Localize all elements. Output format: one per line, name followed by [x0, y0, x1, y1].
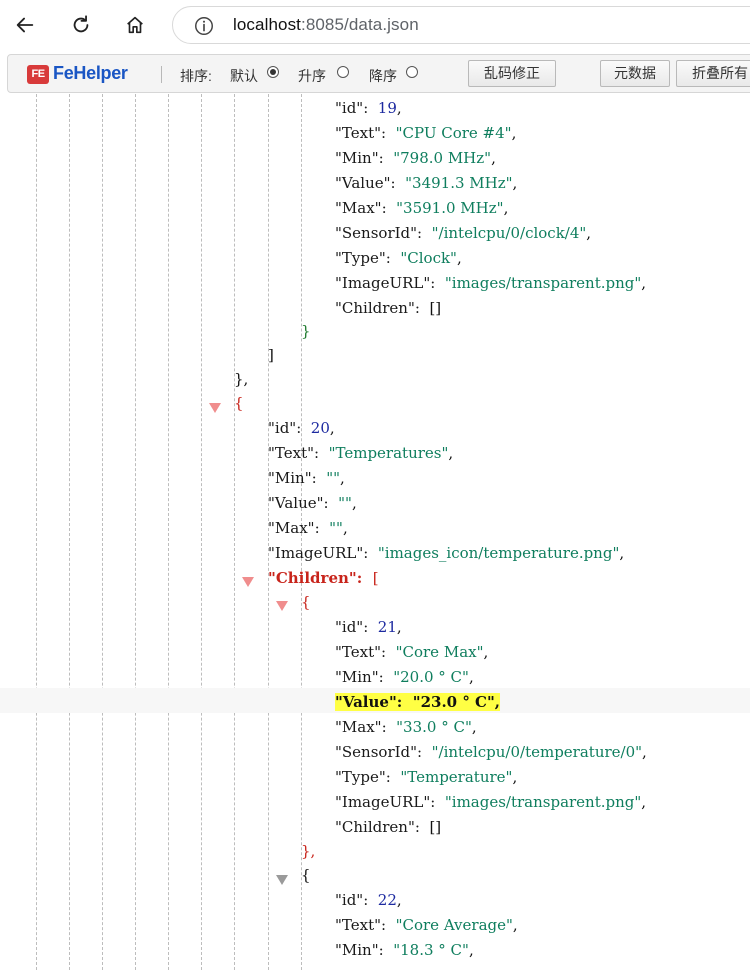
sort-default-label[interactable]: 默认	[230, 66, 258, 86]
fehelper-toolbar: FE FeHelper 排序: 默认 升序 降序 乱码修正 元数据 折叠所有	[7, 54, 750, 93]
indent-guide	[234, 94, 235, 970]
json-line[interactable]: "Value": "",	[268, 491, 357, 516]
url-path: :8085/data.json	[301, 15, 419, 34]
json-line[interactable]: "id": 22,	[335, 888, 402, 913]
indent-guide	[201, 94, 202, 970]
json-line[interactable]: "Text": "CPU Core #4",	[335, 121, 516, 146]
json-line[interactable]: "Children": []	[335, 815, 441, 840]
address-bar[interactable]: localhost:8085/data.json	[172, 6, 750, 44]
json-line[interactable]: {	[234, 391, 244, 416]
collapse-toggle-icon[interactable]	[276, 601, 288, 611]
json-line[interactable]: "Text": "Core Max",	[335, 640, 488, 665]
json-line[interactable]: "Children": [	[268, 566, 379, 591]
toolbar-divider	[161, 66, 162, 83]
json-line[interactable]: "ImageURL": "images/transparent.png",	[335, 790, 646, 815]
reload-button[interactable]	[66, 10, 96, 40]
sort-asc-radio[interactable]	[337, 66, 349, 78]
json-line[interactable]: "Children": []	[335, 296, 441, 321]
home-button[interactable]	[120, 10, 150, 40]
json-line[interactable]: "id": 19,	[335, 96, 402, 121]
indent-guide	[168, 94, 169, 970]
json-line[interactable]: "Max": "",	[268, 516, 348, 541]
json-line[interactable]: ]	[268, 343, 274, 368]
sort-asc-label[interactable]: 升序	[298, 66, 326, 86]
arrow-left-icon	[16, 17, 34, 33]
url-host: localhost	[233, 15, 301, 34]
indent-guide	[102, 94, 103, 970]
json-line[interactable]: "SensorId": "/intelcpu/0/temperature/0",	[335, 740, 647, 765]
json-line[interactable]: "ImageURL": "images_icon/temperature.png…	[268, 541, 624, 566]
info-icon[interactable]	[193, 15, 215, 37]
json-line[interactable]: "Max": "33.0 ° C",	[335, 715, 477, 740]
json-line[interactable]: "Max": "3591.0 MHz",	[335, 196, 508, 221]
json-line[interactable]: "Min": "798.0 MHz",	[335, 146, 496, 171]
back-button[interactable]	[10, 10, 40, 40]
home-icon	[127, 16, 143, 34]
collapse-toggle-icon[interactable]	[209, 403, 221, 413]
json-line[interactable]: },	[301, 839, 315, 864]
json-line[interactable]: {	[301, 863, 311, 888]
json-line[interactable]: "Min": "20.0 ° C",	[335, 665, 474, 690]
sort-label: 排序:	[180, 68, 212, 84]
fehelper-logo-icon: FE	[27, 65, 49, 84]
sort-default-radio[interactable]	[267, 66, 279, 78]
json-line[interactable]: },	[234, 367, 248, 392]
browser-toolbar: localhost:8085/data.json	[0, 0, 750, 50]
sort-desc-label[interactable]: 降序	[369, 66, 397, 86]
fehelper-brand[interactable]: FeHelper	[53, 63, 128, 84]
json-viewer: "id": 19, "Text": "CPU Core #4", "Min": …	[0, 94, 750, 970]
json-line[interactable]: "Min": "18.3 ° C",	[335, 938, 474, 963]
json-line[interactable]: }	[301, 319, 311, 344]
json-line-highlighted[interactable]: "Value": "23.0 ° C",	[335, 690, 501, 715]
collapse-all-button[interactable]: 折叠所有	[676, 60, 750, 87]
json-line[interactable]: "Type": "Clock",	[335, 246, 462, 271]
fix-encoding-button[interactable]: 乱码修正	[468, 60, 556, 87]
json-line[interactable]: "Text": "Temperatures",	[268, 441, 453, 466]
json-line[interactable]: "id": 21,	[335, 615, 402, 640]
json-line[interactable]: "Min": "",	[268, 466, 345, 491]
json-line[interactable]: "SensorId": "/intelcpu/0/clock/4",	[335, 221, 591, 246]
json-line[interactable]: "Value": "3491.3 MHz",	[335, 171, 517, 196]
json-line[interactable]: "Type": "Temperature",	[335, 765, 517, 790]
metadata-button[interactable]: 元数据	[600, 60, 670, 87]
json-line[interactable]: "Text": "Core Average",	[335, 913, 518, 938]
indent-guide	[69, 94, 70, 970]
json-line[interactable]: {	[301, 590, 311, 615]
collapse-toggle-icon[interactable]	[276, 875, 288, 885]
collapse-toggle-icon[interactable]	[242, 577, 254, 587]
url-text[interactable]: localhost:8085/data.json	[233, 15, 419, 35]
json-line[interactable]: "id": 20,	[268, 416, 335, 441]
json-line[interactable]: "ImageURL": "images/transparent.png",	[335, 271, 646, 296]
indent-guide	[135, 94, 136, 970]
reload-icon	[73, 15, 89, 33]
indent-guide	[36, 94, 37, 970]
sort-desc-radio[interactable]	[406, 66, 418, 78]
